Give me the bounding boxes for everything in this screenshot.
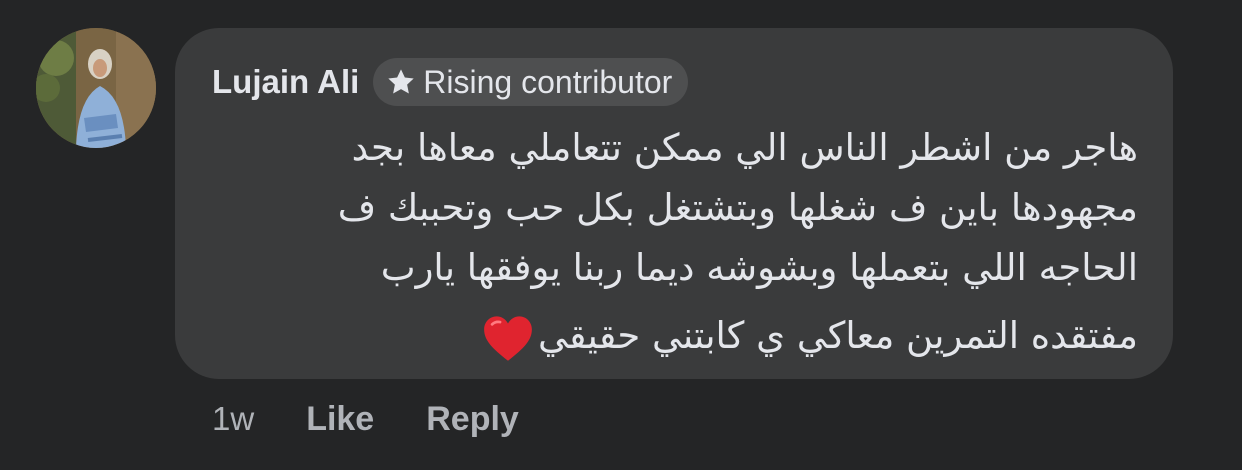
comment-text-last-line: مفتقده التمرين معاكي ي كابتني حقيقي	[198, 306, 1138, 366]
comment-text-line: هاجر من اشطر الناس الي ممكن تتعاملي معاه…	[351, 126, 1138, 169]
comment-header: Lujain Ali Rising contributor	[212, 57, 689, 107]
comment-text-line: مفتقده التمرين معاكي ي كابتني حقيقي	[537, 314, 1138, 357]
comment: Lujain Ali Rising contributor هاجر من اش…	[0, 0, 1242, 470]
avatar-photo	[36, 28, 156, 148]
badge-label: Rising contributor	[423, 63, 673, 100]
reply-button[interactable]: Reply	[426, 400, 519, 439]
comment-text: هاجر من اشطر الناس الي ممكن تتعاملي معاه…	[198, 118, 1138, 366]
like-button[interactable]: Like	[306, 400, 374, 439]
comment-text-line: مجهودها باين ف شغلها وبتشتغل بكل حب وتحب…	[337, 186, 1138, 229]
comment-text-line: الحاجه اللي بتعملها وبشوشه ديما ربنا يوف…	[380, 246, 1138, 289]
author-name[interactable]: Lujain Ali	[212, 63, 359, 101]
rising-contributor-badge[interactable]: Rising contributor	[373, 58, 689, 106]
avatar[interactable]	[36, 28, 156, 148]
star-icon	[388, 69, 414, 94]
heart-icon	[484, 315, 532, 361]
comment-timestamp[interactable]: 1w	[212, 400, 254, 438]
comment-actions: 1w Like Reply	[212, 394, 571, 444]
